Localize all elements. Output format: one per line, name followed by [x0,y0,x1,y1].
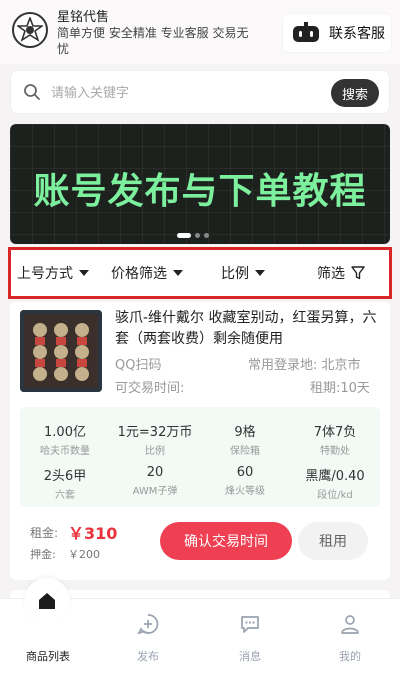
filter-login-method[interactable]: 上号方式 [17,263,89,283]
app-header: 星铭代售 简单方便 安全精准 专业客服 交易无忧 联系客服 [0,0,400,64]
brand-slogan: 简单方便 安全精准 专业客服 交易无忧 [57,26,249,56]
filter-label: 价格筛选 [111,266,167,282]
listing-thumbnail[interactable] [20,310,102,392]
chevron-down-icon [79,270,89,276]
brand-name: 星铭代售 [57,10,110,25]
stat-value: 黑鹰/0.40 [305,469,365,484]
robot-icon [293,22,319,42]
rental-period: 租期:10天 [310,381,370,396]
contact-service-label: 联系客服 [329,26,385,42]
publish-icon [137,614,159,635]
chevron-down-icon [173,270,183,276]
filter-price[interactable]: 价格筛选 [111,263,183,283]
stat-sets: 2头6甲 六套 [20,465,110,501]
tab-label: 我的 [339,650,361,663]
tab-icon-slot [210,610,290,638]
rent-price: ￥310 [68,524,118,543]
tab-icon-slot [108,610,188,638]
filter-label: 比例 [221,266,249,282]
search-input[interactable] [51,81,321,105]
stat-rank-kd: 黑鹰/0.40 段位/kd [290,465,380,501]
tab-label: 消息 [239,650,261,663]
chevron-down-icon [255,270,265,276]
deposit-label: 押金: [30,548,56,561]
tutorial-banner[interactable]: 账号发布与下单教程 [10,124,390,244]
stat-label: 六套 [55,490,75,501]
stat-level: 60 烽火等级 [200,465,290,497]
skin-collection-image [20,310,102,392]
stat-label: 哈夫币数量 [40,446,90,457]
tab-icon-slot [310,610,390,638]
tab-publish[interactable]: 发布 [108,610,188,664]
stat-value: 9格 [234,425,256,440]
tab-icon-slot [8,610,88,638]
login-location: 常用登录地: 北京市 [248,358,361,373]
tab-label: 发布 [137,650,159,663]
stat-value: 1元=32万币 [117,425,193,440]
stat-coins: 1.00亿 哈夫币数量 [20,421,110,457]
stat-value: 60 [236,465,254,480]
filter-label: 上号方式 [17,266,73,282]
listing-card[interactable]: 骇爪-维什戴尔 收藏室别动，红蛋另算，六套（两套收费）剩余随便用 QQ扫码 常用… [10,302,390,580]
stat-value: 20 [146,465,164,480]
tab-product-list[interactable]: 商品列表 [8,610,88,664]
search-bar: 搜索 [10,70,390,114]
trade-time-label: 可交易时间: [115,381,185,396]
stat-special-ops: 7体7负 特勤处 [290,421,380,457]
login-method: QQ扫码 [115,358,162,373]
user-icon [341,615,359,634]
filter-bar: 上号方式 价格筛选 比例 筛选 [8,247,392,299]
stat-label: 烽火等级 [225,486,265,497]
tab-messages[interactable]: 消息 [210,610,290,664]
rent-button[interactable]: 租用 [298,522,368,560]
stat-label: 比例 [145,446,165,457]
account-stats: 1.00亿 哈夫币数量 1元=32万币 比例 9格 保险箱 7体7负 特勤处 2… [20,407,380,507]
filter-label: 筛选 [317,266,345,282]
contact-service-button[interactable]: 联系客服 [283,14,391,52]
stat-label: AWM子弹 [132,486,178,497]
stat-label: 段位/kd [317,490,353,501]
stat-value: 2头6甲 [43,469,87,484]
confirm-trade-time-button[interactable]: 确认交易时间 [160,522,292,560]
message-icon [241,616,259,633]
stat-label: 保险箱 [230,446,260,457]
stat-awm-ammo: 20 AWM子弹 [110,465,200,497]
stat-ratio: 1元=32万币 比例 [110,421,200,457]
funnel-icon [351,266,365,280]
carousel-dot[interactable] [195,233,200,238]
carousel-indicator [177,233,209,238]
brand-logo [12,12,48,48]
home-icon [39,593,55,609]
carousel-dot[interactable] [204,233,209,238]
deposit-value: ￥200 [68,548,100,561]
carousel-dot-active[interactable] [177,233,191,238]
rent-label: 租金: [30,526,59,540]
stat-value: 1.00亿 [44,425,86,440]
filter-more[interactable]: 筛选 [317,263,365,283]
tab-profile[interactable]: 我的 [310,610,390,664]
stat-value: 7体7负 [313,425,357,440]
search-button[interactable]: 搜索 [331,79,379,107]
search-icon [24,84,40,100]
stat-safe-box: 9格 保险箱 [200,421,290,457]
star-logo-icon [17,17,43,42]
tab-label: 商品列表 [26,650,70,663]
listing-title: 骇爪-维什戴尔 收藏室别动，红蛋另算，六套（两套收费）剩余随便用 [115,310,377,347]
filter-ratio[interactable]: 比例 [221,263,265,283]
banner-title: 账号发布与下单教程 [33,171,367,212]
stat-label: 特勤处 [320,446,350,457]
